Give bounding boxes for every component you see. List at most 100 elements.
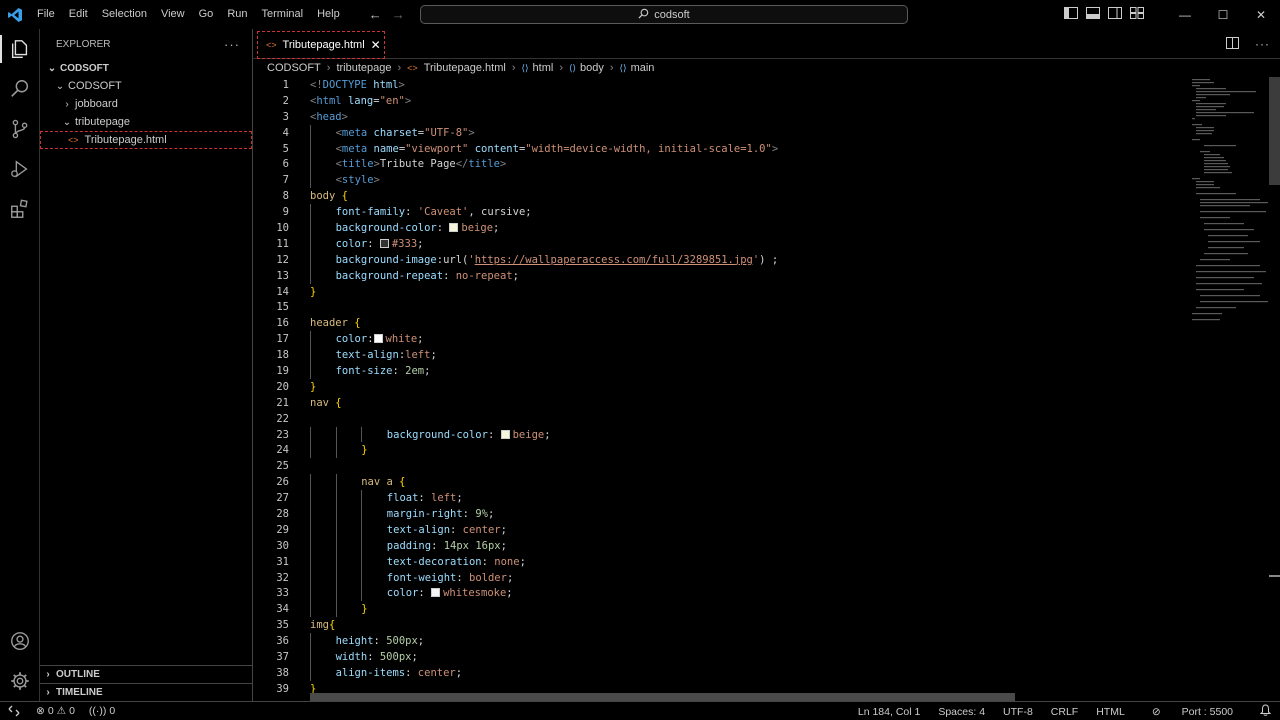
code-line[interactable]: 9 font-family: 'Caveat', cursive; <box>253 204 1188 221</box>
folder-codsoft[interactable]: ⌄ CODSOFT <box>40 77 252 95</box>
toggle-panel-icon[interactable] <box>1086 7 1100 22</box>
color-swatch[interactable] <box>449 222 459 232</box>
outline-section[interactable]: › OUTLINE <box>40 665 252 683</box>
menu-terminal[interactable]: Terminal <box>255 0 311 29</box>
code-line[interactable]: 26 nav a { <box>253 474 1188 491</box>
run-debug-icon[interactable] <box>0 149 40 189</box>
folder-jobboard[interactable]: › jobboard <box>40 95 252 113</box>
code-line[interactable]: 18 text-align:left; <box>253 347 1188 364</box>
back-arrow-icon[interactable]: ← <box>369 7 382 22</box>
color-swatch[interactable] <box>431 588 441 598</box>
code-line[interactable]: 25 <box>253 458 1188 474</box>
search-view-icon[interactable] <box>0 69 40 109</box>
menu-file[interactable]: File <box>30 0 62 29</box>
menu-help[interactable]: Help <box>310 0 347 29</box>
breadcrumb-item[interactable]: CODSOFT <box>267 62 321 74</box>
code-line[interactable]: 39} <box>253 681 1188 693</box>
code-line[interactable]: 13 background-repeat: no-repeat; <box>253 267 1188 284</box>
minimize-icon[interactable]: — <box>1166 8 1204 22</box>
code-line[interactable]: 5 <meta name="viewport" content="width=de… <box>253 140 1188 157</box>
extensions-icon[interactable] <box>0 189 40 229</box>
code-line[interactable]: 4 <meta charset="UTF-8"> <box>253 124 1188 141</box>
code-line[interactable]: 23 background-color: beige; <box>253 426 1188 443</box>
code-line[interactable]: 14} <box>253 284 1188 300</box>
source-control-icon[interactable] <box>0 109 40 149</box>
indentation[interactable]: Spaces: 4 <box>929 706 994 718</box>
more-actions-icon[interactable]: ··· <box>1255 37 1270 52</box>
breadcrumb-item[interactable]: html <box>533 62 554 74</box>
code-line[interactable]: 38 align-items: center; <box>253 664 1188 681</box>
toggle-secondary-sidebar-icon[interactable] <box>1108 7 1122 22</box>
forward-arrow-icon[interactable]: → <box>392 7 405 22</box>
menu-go[interactable]: Go <box>192 0 221 29</box>
breadcrumb-item[interactable]: Tributepage.html <box>424 62 506 74</box>
color-swatch[interactable] <box>373 334 383 344</box>
live-server-port[interactable]: ⊘ Port : 5500 <box>1134 706 1251 718</box>
code-line[interactable]: 35 img{ <box>253 617 1188 633</box>
problems-indicator[interactable]: ⊗ 0 ⚠ 0 <box>36 705 75 717</box>
encoding[interactable]: UTF-8 <box>994 706 1042 718</box>
code-line[interactable]: 1 <!DOCTYPE html> <box>253 77 1188 93</box>
code-line[interactable]: 7 <style> <box>253 172 1188 189</box>
close-window-icon[interactable]: ✕ <box>1242 8 1280 22</box>
menu-run[interactable]: Run <box>220 0 254 29</box>
code-line[interactable]: 21 nav { <box>253 395 1188 411</box>
ports-indicator[interactable]: ((·)) 0 <box>89 705 115 717</box>
code-line[interactable]: 11 color: #333; <box>253 235 1188 252</box>
explorer-icon[interactable] <box>0 29 40 69</box>
color-swatch[interactable] <box>379 238 389 248</box>
code-line[interactable]: 3 <head> <box>253 109 1188 125</box>
code-line[interactable]: 12 background-image:url('https://wallpape… <box>253 251 1188 268</box>
code-line[interactable]: 34} <box>253 601 1188 618</box>
code-line[interactable]: 28 margin-right: 9%; <box>253 506 1188 522</box>
code-line[interactable]: 22 <box>253 411 1188 427</box>
menu-edit[interactable]: Edit <box>62 0 95 29</box>
code-line[interactable]: 15 <box>253 299 1188 315</box>
code-line[interactable]: 10 background-color: beige; <box>253 220 1188 236</box>
folder-tributepage[interactable]: ⌄ tributepage <box>40 113 252 131</box>
breadcrumb-item[interactable]: main <box>631 62 655 74</box>
code-line[interactable]: 6 <title>Tribute Page</title> <box>253 156 1188 173</box>
code-line[interactable]: 37 width: 500px; <box>253 649 1188 665</box>
customize-layout-icon[interactable] <box>1130 7 1144 22</box>
remote-icon[interactable] <box>0 705 28 717</box>
code-line[interactable]: 32 font-weight: bolder; <box>253 569 1188 586</box>
cursor-position[interactable]: Ln 184, Col 1 <box>849 706 929 718</box>
notifications-bell-icon[interactable] <box>1251 704 1280 719</box>
code-line[interactable]: 29 text-align: center; <box>253 521 1188 538</box>
language-mode[interactable]: HTML <box>1087 706 1134 718</box>
code-line[interactable]: 36 height: 500px; <box>253 633 1188 650</box>
toggle-sidebar-icon[interactable] <box>1064 7 1078 22</box>
code-line[interactable]: 20} <box>253 379 1188 395</box>
code-line[interactable]: 8 body { <box>253 188 1188 204</box>
code-line[interactable]: 19 font-size: 2em; <box>253 363 1188 379</box>
code-line[interactable]: 31 text-decoration: none; <box>253 553 1188 570</box>
workspace-root[interactable]: ⌄ CODSOFT <box>40 59 252 77</box>
end-of-line[interactable]: CRLF <box>1042 706 1087 718</box>
code-line[interactable]: 2 <html lang="en"> <box>253 93 1188 109</box>
breadcrumb-item[interactable]: tributepage <box>336 62 391 74</box>
code-line[interactable]: 24} <box>253 442 1188 459</box>
tab-tributepage-html[interactable]: <> Tributepage.html ✕ <box>257 31 385 59</box>
code-editor[interactable]: 1 <!DOCTYPE html> 2 <html lang="en"> 3 <head>… <box>253 77 1188 693</box>
maximize-icon[interactable]: ☐ <box>1204 8 1242 22</box>
code-line[interactable]: 30 padding: 14px 16px; <box>253 537 1188 554</box>
horizontal-scrollbar-thumb[interactable] <box>310 693 1015 701</box>
close-tab-icon[interactable]: ✕ <box>371 38 381 52</box>
code-line[interactable]: 33 color: whitesmoke; <box>253 585 1188 602</box>
file-tributepage-html[interactable]: <> Tributepage.html <box>40 131 252 149</box>
code-line[interactable]: 16 header { <box>253 315 1188 331</box>
minimap[interactable] <box>1190 77 1270 693</box>
more-actions-icon[interactable]: ··· <box>224 37 240 52</box>
vertical-scrollbar-thumb[interactable] <box>1269 77 1280 185</box>
menu-view[interactable]: View <box>154 0 192 29</box>
breadcrumb-item[interactable]: body <box>580 62 604 74</box>
settings-gear-icon[interactable] <box>0 661 40 701</box>
code-line[interactable]: 17 color: white; <box>253 331 1188 348</box>
timeline-section[interactable]: › TIMELINE <box>40 683 252 701</box>
command-center-search[interactable]: codsoft <box>420 5 908 24</box>
split-editor-icon[interactable] <box>1226 37 1239 52</box>
menu-selection[interactable]: Selection <box>95 0 154 29</box>
color-swatch[interactable] <box>500 429 510 439</box>
accounts-icon[interactable] <box>0 621 40 661</box>
